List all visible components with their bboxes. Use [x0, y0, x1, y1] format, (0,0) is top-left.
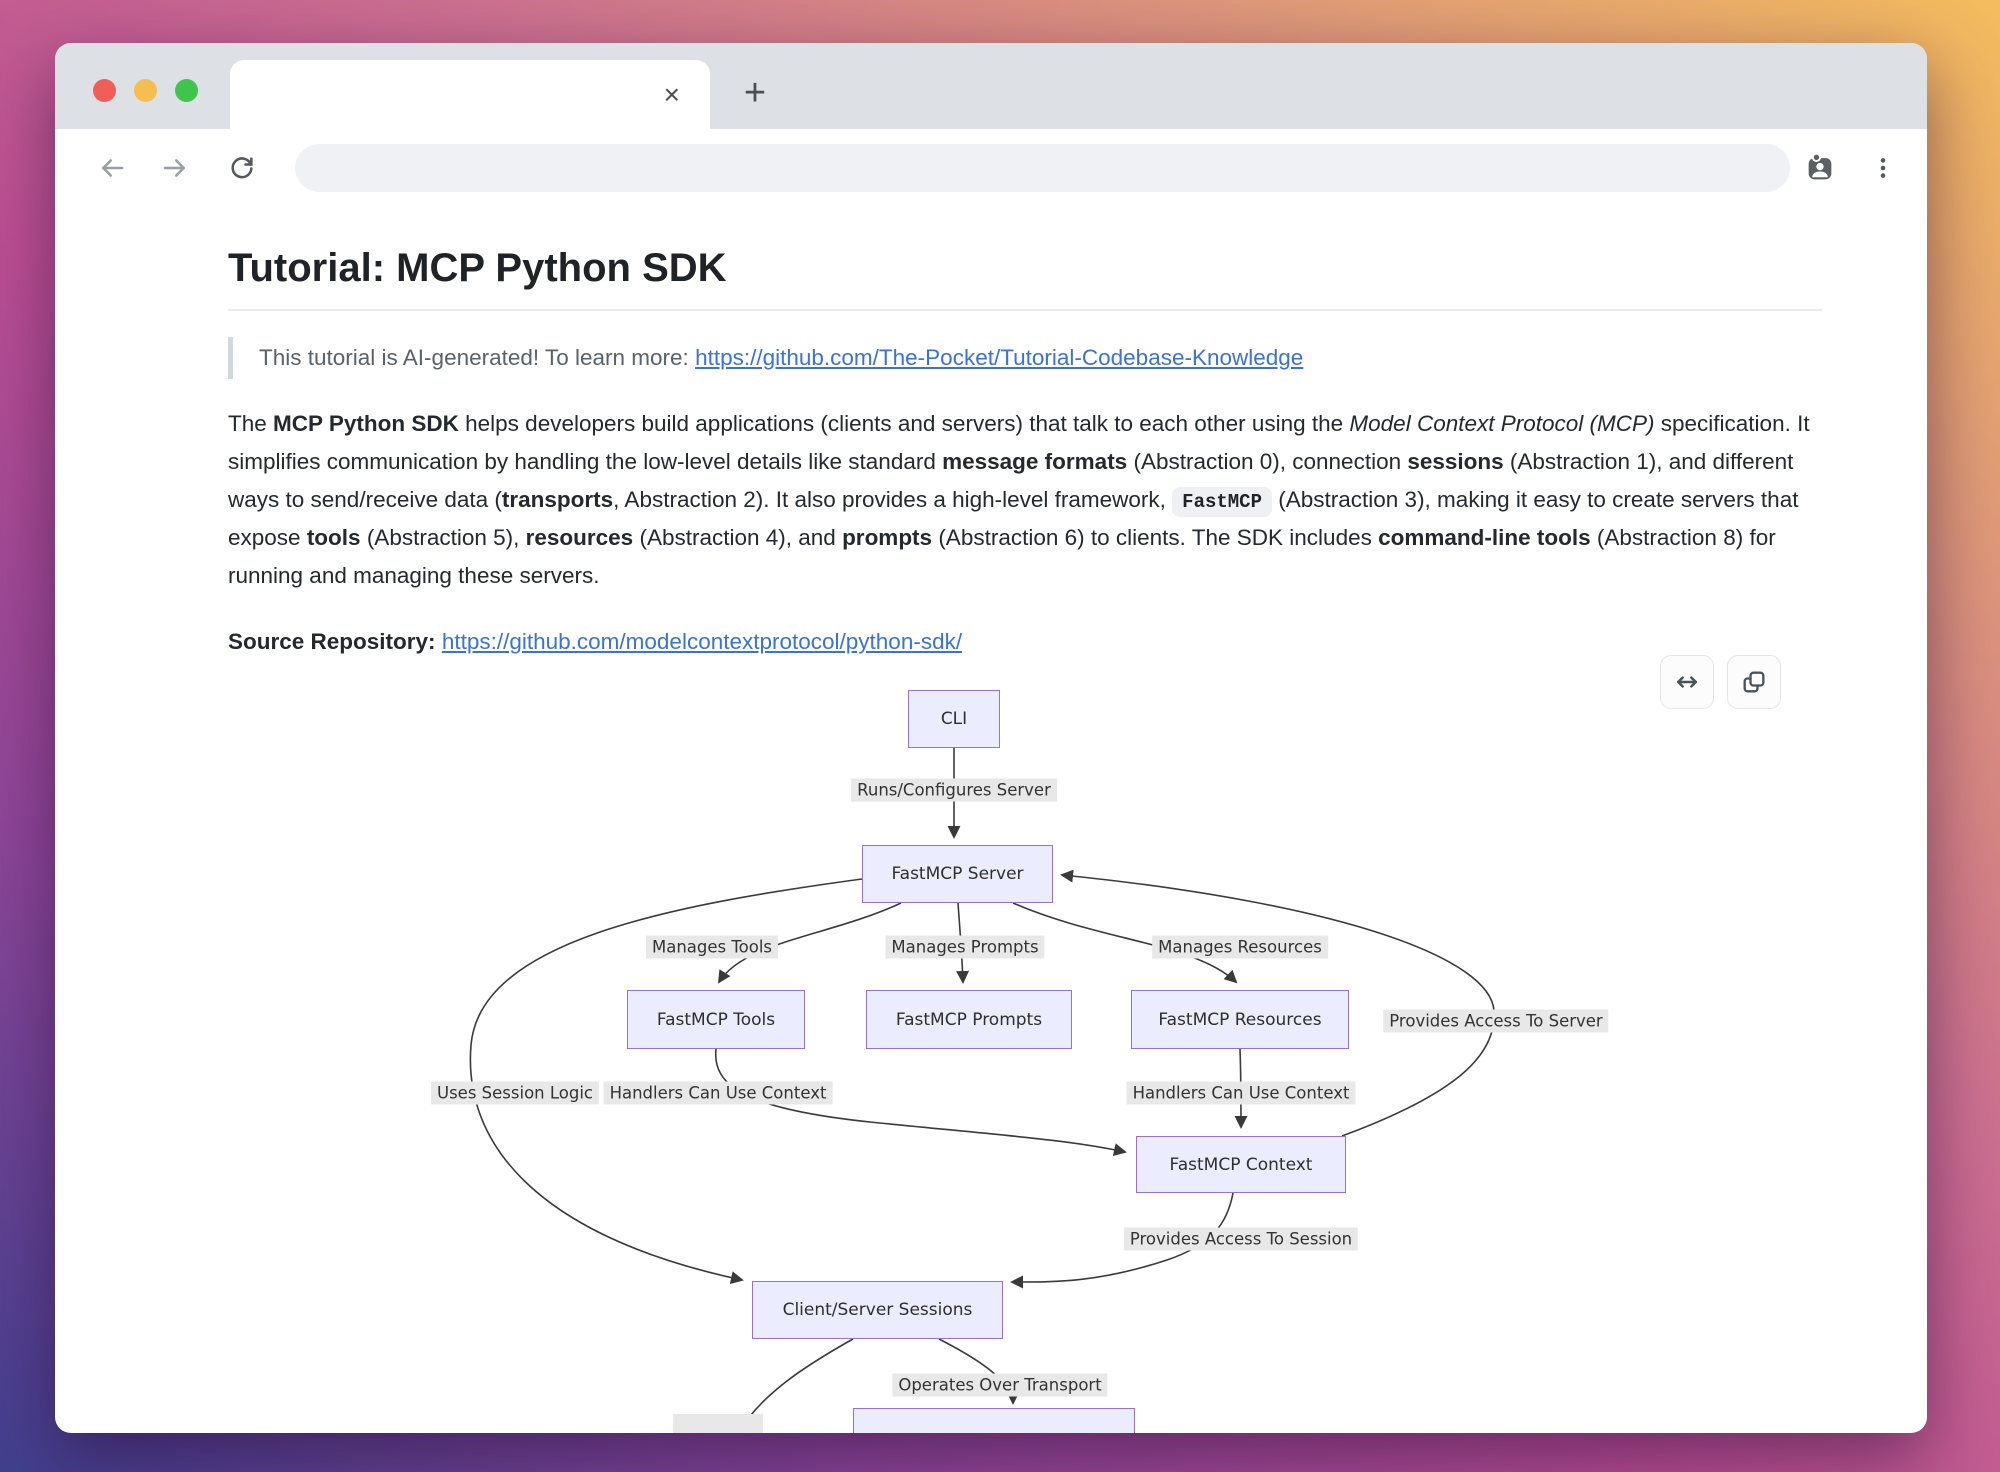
expand-diagram-button[interactable]: [1660, 655, 1714, 709]
diagram-node-server: FastMCP Server: [862, 845, 1053, 903]
diagram-edge-label: Manages Resources: [1152, 936, 1328, 959]
expand-icon: [1672, 667, 1702, 697]
callout-link[interactable]: https://github.com/The-Pocket/Tutorial-C…: [695, 345, 1303, 370]
diagram-node-sessions: Client/Server Sessions: [752, 1281, 1003, 1339]
diagram-edge-label: Uses Session Logic: [431, 1082, 599, 1105]
diagram-edge-context-server: [1062, 875, 1494, 1136]
diagram-edge-resources-context: [1240, 1049, 1241, 1127]
page-content: Tutorial: MCP Python SDK This tutorial i…: [55, 207, 1900, 661]
diagram-node-cli: CLI: [908, 690, 1000, 748]
diagram-edge-label: Operates Over Transport: [892, 1374, 1107, 1397]
diagram-edge-label: Provides Access To Server: [1383, 1010, 1608, 1033]
desktop-background: × + Tutorial: MCP Python SDK: [0, 0, 2000, 1472]
diagram-node-context: FastMCP Context: [1136, 1136, 1346, 1193]
new-tab-button[interactable]: +: [731, 71, 779, 115]
url-bar[interactable]: [295, 144, 1790, 192]
page-title: Tutorial: MCP Python SDK: [228, 243, 1822, 293]
source-repo-link[interactable]: https://github.com/modelcontextprotocol/…: [442, 629, 962, 654]
ai-generated-callout: This tutorial is AI-generated! To learn …: [228, 337, 1822, 379]
diagram-controls: [1660, 655, 1781, 709]
diagram-node-resources: FastMCP Resources: [1131, 990, 1349, 1049]
diagram-edge-label: Provides Access To Session: [1124, 1228, 1358, 1251]
diagram-edge-sessions-offscreen: [739, 1339, 853, 1432]
intro-paragraph: The MCP Python SDK helps developers buil…: [228, 405, 1822, 595]
maximize-window-button[interactable]: [175, 79, 198, 102]
browser-tab[interactable]: ×: [230, 60, 710, 129]
diagram-edge-label: Handlers Can Use Context: [604, 1082, 833, 1105]
source-repository-line: Source Repository: https://github.com/mo…: [228, 623, 1822, 661]
diagram-edge-label: Runs/Configures Server: [851, 779, 1057, 802]
diagram-edge-sessions-transport: [939, 1339, 1013, 1403]
diagram-edge-label: Manages Prompts: [885, 936, 1044, 959]
minimize-window-button[interactable]: [134, 79, 157, 102]
copy-icon: [1740, 668, 1768, 696]
diagram-node-transport: [853, 1408, 1135, 1433]
reload-icon[interactable]: [223, 135, 261, 201]
diagram-edge-context-sessions: [1012, 1193, 1233, 1282]
copy-diagram-button[interactable]: [1727, 655, 1781, 709]
diagram-edge-server-sessions: [470, 879, 862, 1280]
tab-close-icon[interactable]: ×: [664, 81, 680, 109]
browser-toolbar: [55, 129, 1927, 207]
diagram-edge-label: [673, 1414, 763, 1433]
forward-icon[interactable]: [156, 135, 194, 201]
back-icon[interactable]: [93, 135, 131, 201]
close-window-button[interactable]: [93, 79, 116, 102]
diagram-edge-server-resources: [1013, 903, 1236, 982]
profile-icon[interactable]: [1796, 135, 1844, 201]
callout-text: This tutorial is AI-generated! To learn …: [259, 345, 695, 370]
diagram-edge-server-prompts: [958, 903, 963, 982]
tab-strip: × +: [55, 43, 1927, 129]
diagram-node-prompts: FastMCP Prompts: [866, 990, 1072, 1049]
diagram-edge-label: Handlers Can Use Context: [1127, 1082, 1356, 1105]
menu-icon[interactable]: [1861, 135, 1905, 201]
diagram-edge-server-tools: [719, 903, 901, 982]
browser-window: × + Tutorial: MCP Python SDK: [55, 43, 1927, 1433]
source-repository-label: Source Repository:: [228, 629, 436, 654]
diagram-edge-tools-context: [716, 1049, 1125, 1152]
diagram-edge-label: Manages Tools: [646, 936, 778, 959]
title-divider: [228, 309, 1822, 311]
window-controls: [93, 79, 198, 102]
diagram-node-tools: FastMCP Tools: [627, 990, 805, 1049]
